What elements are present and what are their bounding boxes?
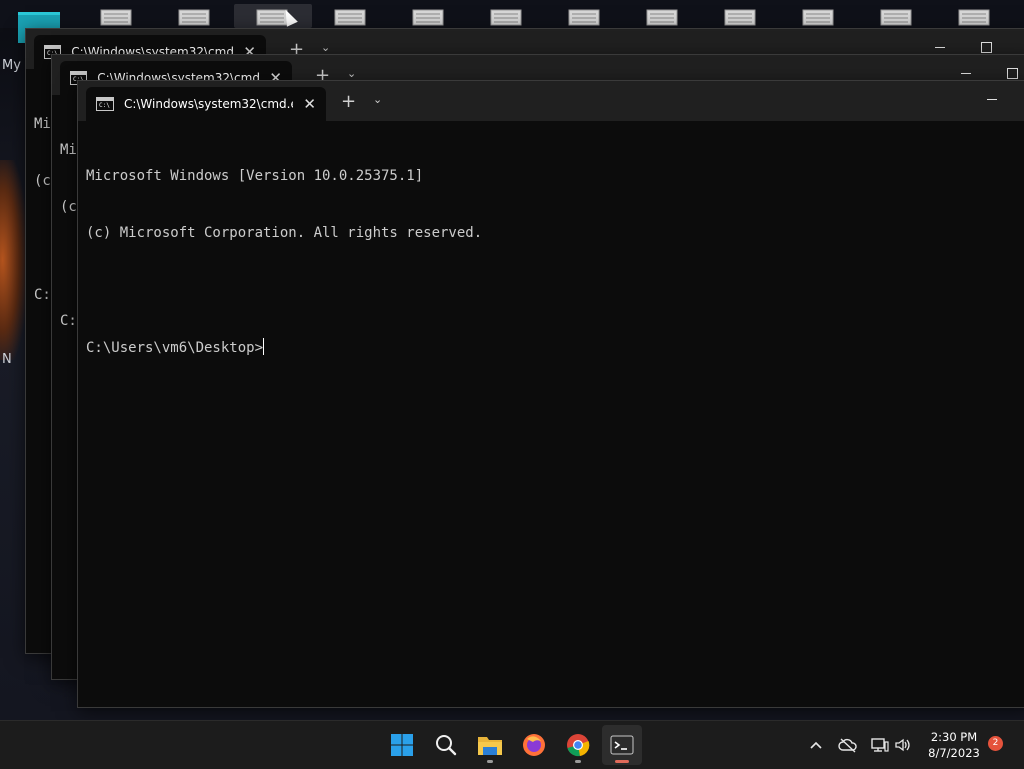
desktop-file-icon[interactable] <box>334 8 366 26</box>
tab-title: C:\Windows\system32\cmd.e: <box>123 97 294 111</box>
terminal-button[interactable] <box>602 725 642 765</box>
onedrive-tray-button[interactable] <box>838 735 858 755</box>
tab-dropdown-button[interactable]: ⌄ <box>321 41 330 54</box>
cmd-icon: C:\ <box>96 97 114 111</box>
console-line: ​ <box>86 281 482 300</box>
firefox-icon <box>523 734 545 756</box>
console-line: (c) Microsoft Corporation. All rights re… <box>86 225 483 241</box>
window-titlebar[interactable]: C:\ C:\Windows\system32\cmd.e: ✕ + ⌄ <box>78 81 1024 121</box>
desktop-file-icon[interactable] <box>880 8 912 26</box>
folder-icon <box>478 737 502 755</box>
chevron-up-icon <box>810 741 822 749</box>
chrome-button[interactable] <box>558 725 598 765</box>
clock-time: 2:30 PM <box>930 730 978 744</box>
tab-dropdown-button[interactable]: ⌄ <box>347 67 356 80</box>
console-output[interactable]: Microsoft Windows [Version 10.0.25375.1]… <box>86 129 482 396</box>
cloud-off-icon <box>838 738 857 753</box>
show-hidden-icons-button[interactable] <box>806 735 826 755</box>
desktop-file-icon[interactable] <box>724 8 756 26</box>
chrome-icon <box>567 734 590 757</box>
running-indicator <box>575 760 581 763</box>
terminal-window-front[interactable]: C:\ C:\Windows\system32\cmd.e: ✕ + ⌄ Mic… <box>77 80 1024 708</box>
desktop-file-icon[interactable] <box>178 8 210 26</box>
file-explorer-button[interactable] <box>470 725 510 765</box>
desktop-file-icon[interactable] <box>646 8 678 26</box>
windows-logo-icon <box>391 734 413 756</box>
desktop-icon-label: My <box>2 58 21 73</box>
desktop-file-icon[interactable] <box>412 8 444 26</box>
console-prompt-line[interactable]: C:\Users\vm6\Desktop> <box>86 338 482 358</box>
speaker-icon <box>895 738 910 752</box>
terminal-tab-active[interactable]: C:\ C:\Windows\system32\cmd.e: ✕ <box>86 87 326 121</box>
running-indicator-active <box>615 760 629 763</box>
new-tab-button[interactable]: + <box>341 91 356 112</box>
terminal-icon <box>610 735 634 755</box>
notification-badge[interactable]: 2 <box>988 736 1003 751</box>
desktop-file-icon[interactable] <box>958 8 990 26</box>
firefox-button[interactable] <box>514 725 554 765</box>
taskbar: 2:30 PM 8/7/2023 <box>0 720 1024 769</box>
maximize-button[interactable] <box>981 42 992 53</box>
tab-dropdown-button[interactable]: ⌄ <box>373 93 382 106</box>
maximize-button[interactable] <box>1007 68 1018 79</box>
taskbar-clock[interactable]: 2:30 PM 8/7/2023 <box>922 729 986 761</box>
desktop-file-icon[interactable] <box>802 8 834 26</box>
search-icon <box>436 735 457 756</box>
desktop-icon-label: N <box>2 352 12 367</box>
desktop-wallpaper-fragment <box>0 160 26 360</box>
start-button[interactable] <box>382 725 422 765</box>
volume-tray-button[interactable] <box>893 735 913 755</box>
minimize-button[interactable] <box>961 73 971 74</box>
minimize-button[interactable] <box>935 47 945 48</box>
network-icon <box>871 738 889 752</box>
clock-date: 8/7/2023 <box>928 746 980 760</box>
desktop-file-icon[interactable] <box>100 8 132 26</box>
desktop-file-icon[interactable] <box>490 8 522 26</box>
tab-close-button[interactable]: ✕ <box>303 95 316 113</box>
running-indicator <box>487 760 493 763</box>
console-line: Microsoft Windows [Version 10.0.25375.1] <box>86 168 424 184</box>
network-tray-button[interactable] <box>870 735 890 755</box>
minimize-button[interactable] <box>987 99 997 100</box>
desktop-file-icon[interactable] <box>568 8 600 26</box>
search-button[interactable] <box>426 725 466 765</box>
console-prompt: C:\Users\vm6\Desktop> <box>86 340 264 356</box>
text-cursor <box>263 338 265 355</box>
